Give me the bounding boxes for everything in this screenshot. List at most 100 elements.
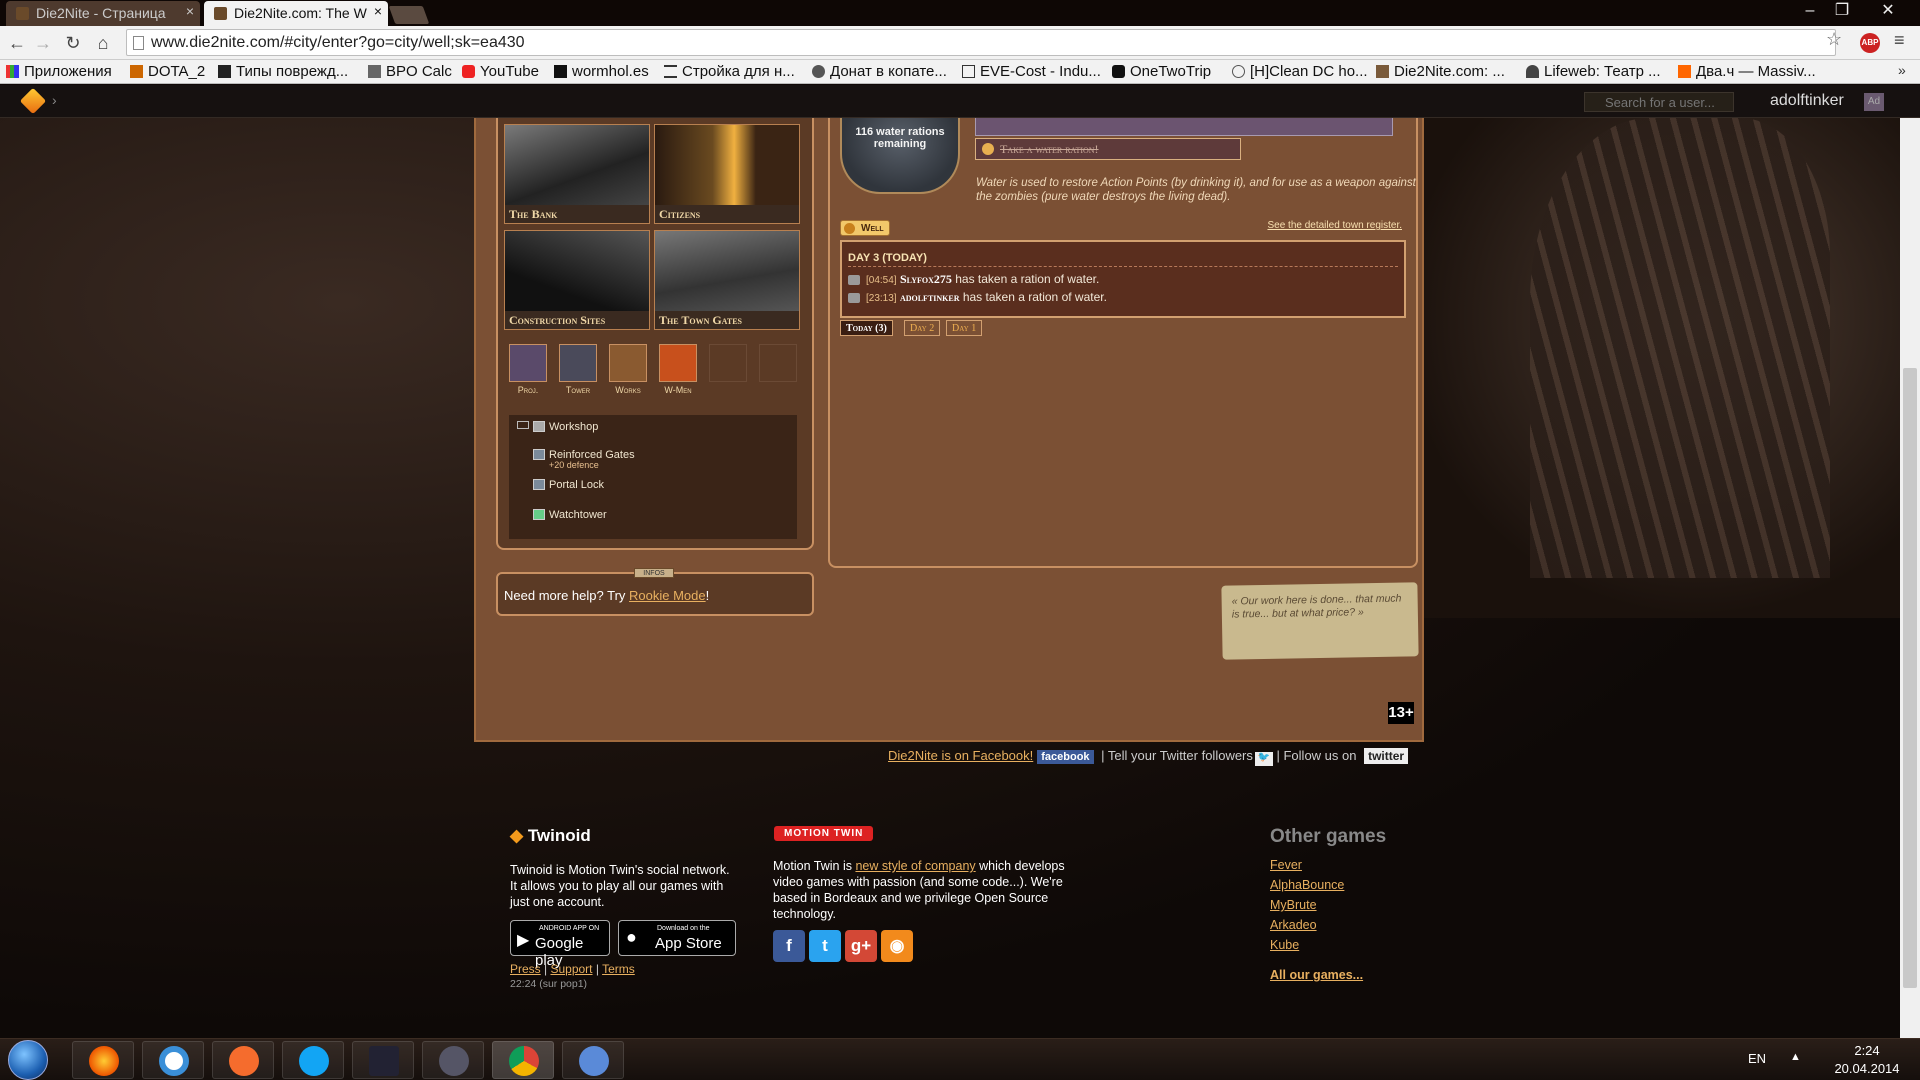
social-links: Die2Nite is on Facebook! facebook | Tell … [888,748,1409,766]
water-description: Water is used to restore Action Points (… [976,177,1416,203]
place-citizens[interactable]: Citizens [654,124,800,224]
forward-button[interactable]: → [32,32,54,54]
reload-button[interactable]: ↻ [62,32,84,54]
maximize-button[interactable]: ❐ [1826,0,1858,22]
close-window-button[interactable]: ✕ [1872,0,1904,22]
bookmark-apps[interactable]: Приложения [6,63,112,80]
place-bank[interactable]: The Bank [504,124,650,224]
facebook-badge[interactable]: facebook [1037,750,1094,764]
facebook-icon[interactable]: f [773,930,805,962]
take-water-button[interactable]: Take a water ration! [975,138,1241,160]
bookmark-youtube[interactable]: YouTube [462,63,539,80]
motion-twin-description: Motion Twin is new style of company whic… [773,859,1065,921]
bookmark-item[interactable]: EVE-Cost - Indu... [962,63,1101,80]
workshop-item[interactable]: Reinforced Gates +20 defence [533,449,635,470]
scrollbar-thumb[interactable] [1903,368,1917,988]
building-tower[interactable]: Tower [558,344,598,402]
evemon-taskbar[interactable] [352,1041,414,1079]
page-scrollbar[interactable] [1900,118,1920,1038]
bookmark-star-icon[interactable]: ☆ [1826,29,1842,50]
tab-die2nite-well[interactable]: Die2Nite.com: The W × [204,1,388,26]
citizen-name[interactable]: Slyfox275 [900,272,952,286]
tab-today[interactable]: Today (3) [840,320,893,336]
bookmark-item[interactable]: Два.ч — Massiv... [1678,63,1816,80]
company-link[interactable]: new style of company [855,859,975,873]
google-play-button[interactable]: ▶ ANDROID APP ON Google play [510,920,610,969]
citizen-name[interactable]: adolftinker [900,290,960,304]
bookmark-item[interactable]: Die2Nite.com: ... [1376,63,1505,80]
address-bar[interactable] [126,29,1836,56]
bookmark-item[interactable]: Донат в копате... [812,63,947,80]
motion-twin-logo[interactable]: MOTION TWIN [774,826,874,841]
close-icon[interactable]: × [186,3,194,19]
close-icon[interactable]: × [374,3,382,19]
building-works[interactable]: Works [608,344,648,402]
bookmark-item[interactable]: Типы поврежд... [218,63,348,80]
language-indicator[interactable]: EN [1748,1051,1766,1066]
username[interactable]: adolftinker [1770,92,1844,110]
twitter-icon[interactable]: t [809,930,841,962]
bookmark-item[interactable]: BPO Calc [368,63,452,80]
skype-taskbar[interactable] [282,1041,344,1079]
game-link[interactable]: MyBrute [1270,898,1317,912]
workshop-item[interactable]: Watchtower [533,509,607,521]
game-link[interactable]: AlphaBounce [1270,878,1344,892]
back-button[interactable]: ← [6,32,28,54]
tab-die2nite-page[interactable]: Die2Nite - Страница × [6,1,200,26]
avatar[interactable]: Ad [1864,93,1884,111]
bookmark-item[interactable]: [H]Clean DC ho... [1232,63,1368,80]
twitter-badge[interactable]: twitter [1364,748,1409,764]
building-projects[interactable]: Proj. [508,344,548,402]
building-watchmen[interactable]: W-Men [658,344,698,402]
origin-taskbar[interactable] [212,1041,274,1079]
tab-day-1[interactable]: Day 1 [946,320,983,336]
bookmark-item[interactable]: Lifeweb: Театр ... [1526,63,1661,80]
twitter-bird-icon[interactable]: 🐦 [1254,752,1273,766]
twinoid-logo[interactable]: ◆ Twinoid [510,826,591,846]
all-games-link[interactable]: All our games... [1270,968,1363,982]
firefox-taskbar[interactable] [72,1041,134,1079]
game-link[interactable]: Arkadeo [1270,918,1317,932]
rookie-mode-link[interactable]: Rookie Mode [629,588,706,603]
user-search-input[interactable] [1584,92,1734,112]
facebook-link[interactable]: Die2Nite is on Facebook! [888,748,1033,763]
bookmark-item[interactable]: wormhol.es [554,63,649,80]
tray-expand-icon[interactable]: ▲ [1790,1051,1801,1063]
town-register-link[interactable]: See the detailed town register. [1222,220,1402,231]
tab-day-2[interactable]: Day 2 [904,320,941,336]
log-entry: [23:13] adolftinker has taken a ration o… [848,290,1107,305]
google-plus-icon[interactable]: g+ [845,930,877,962]
chevron-right-icon[interactable]: › [52,92,57,108]
game-link[interactable]: Fever [1270,858,1302,872]
home-button[interactable]: ⌂ [92,32,114,54]
app-taskbar[interactable] [142,1041,204,1079]
start-button[interactable] [8,1040,48,1080]
menu-icon[interactable]: ≡ [1894,30,1905,51]
workshop-title[interactable]: Workshop [533,421,598,433]
steam-taskbar[interactable] [422,1041,484,1079]
bookmarks-overflow[interactable]: » [1898,62,1906,78]
press-link[interactable]: Press [510,962,541,976]
adblock-icon[interactable]: ABP [1860,33,1880,53]
bookmark-item[interactable]: OneTwoTrip [1112,63,1211,80]
url-input[interactable] [151,30,1751,55]
chrome-taskbar[interactable] [492,1041,554,1079]
app-store-button[interactable]: ● Download on the App Store [618,920,736,956]
support-link[interactable]: Support [550,962,592,976]
building-icon [533,449,545,460]
bookmark-item[interactable]: DOTA_2 [130,63,205,80]
system-clock[interactable]: 2:24 20.04.2014 [1820,1042,1914,1078]
projects-icon [509,344,547,382]
rss-icon[interactable]: ◉ [881,930,913,962]
minimize-button[interactable]: – [1794,0,1826,22]
place-town-gates[interactable]: The Town Gates [654,230,800,330]
app-taskbar[interactable] [562,1041,624,1079]
terms-link[interactable]: Terms [602,962,635,976]
place-construction-sites[interactable]: Construction Sites [504,230,650,330]
game-link[interactable]: Kube [1270,938,1299,952]
bookmark-item[interactable]: Стройка для н... [664,63,795,80]
workshop-item[interactable]: Portal Lock [533,479,604,491]
twinoid-cube-icon[interactable] [19,87,47,115]
empty-slot-box [709,344,747,382]
new-tab-button[interactable] [388,6,430,24]
